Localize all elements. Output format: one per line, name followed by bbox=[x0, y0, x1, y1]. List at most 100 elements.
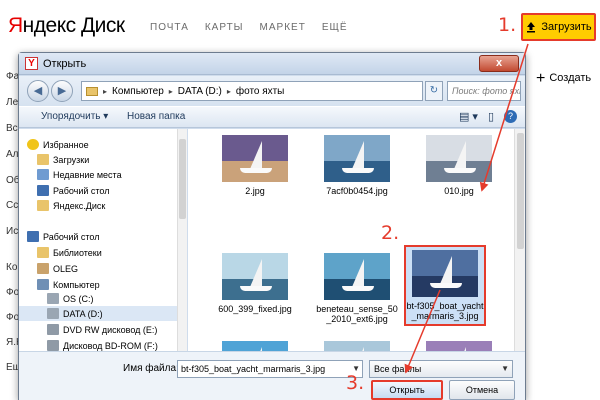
nav-item[interactable]: Загрузки bbox=[19, 152, 177, 167]
breadcrumb-separator-icon: ▸ bbox=[168, 86, 173, 96]
nav-mail[interactable]: ПОЧТА bbox=[150, 22, 189, 33]
nav-item[interactable]: Недавние места bbox=[19, 167, 177, 182]
sailboat-icon bbox=[250, 259, 262, 287]
nav-item-label: Яндекс.Диск bbox=[53, 200, 106, 211]
view-options-icon[interactable]: ▤ ▾ bbox=[459, 110, 478, 123]
nav-item[interactable]: Библиотеки bbox=[19, 245, 177, 260]
upload-arrow-icon bbox=[527, 22, 536, 33]
screen: Яндекс Диск ПОЧТА КАРТЫ МАРКЕТ ЕЩЁ Загру… bbox=[0, 0, 600, 400]
dialog-titlebar[interactable]: Y Открыть x bbox=[19, 53, 525, 75]
hull-shape bbox=[240, 286, 272, 291]
filename-label: Имя файла: bbox=[123, 363, 179, 374]
chevron-down-icon: ▼ bbox=[501, 364, 509, 373]
dvd-drive-icon bbox=[47, 324, 59, 335]
step-number-2: 2. bbox=[381, 222, 400, 244]
nav-item-label: Недавние места bbox=[53, 169, 122, 180]
file-list: 2.jpg 7acf0b0454.jpg 010.jpg 600_399_fixed.… bbox=[188, 129, 525, 400]
image-thumbnail bbox=[412, 250, 478, 297]
folder-icon bbox=[37, 154, 49, 165]
back-arrow-icon[interactable]: ◀ bbox=[27, 80, 49, 102]
step-number-3: 3. bbox=[346, 372, 365, 394]
search-input[interactable]: Поиск: фото яхты bbox=[447, 81, 521, 101]
nav-item[interactable]: Рабочий стол bbox=[19, 229, 177, 244]
file-name: 600_399_fixed.jpg bbox=[218, 304, 292, 314]
file-item[interactable]: 7acf0b0454.jpg bbox=[314, 135, 400, 196]
drive-icon bbox=[47, 308, 59, 319]
nav-item[interactable]: Компьютер bbox=[19, 277, 177, 292]
nav-item[interactable]: DATA (D:) bbox=[19, 306, 177, 321]
file-item[interactable]: 010.jpg bbox=[416, 135, 502, 196]
nav-scrollbar[interactable] bbox=[177, 129, 187, 351]
file-item[interactable]: 2.jpg bbox=[212, 135, 298, 196]
address-bar[interactable]: ▸ Компьютер ▸ DATA (D:) ▸ фото яхты bbox=[81, 81, 423, 101]
hull-shape bbox=[240, 168, 272, 173]
nav-item[interactable]: Избранное bbox=[19, 137, 177, 152]
nav-item-label: Загрузки bbox=[53, 154, 90, 165]
nav-more[interactable]: ЕЩЁ bbox=[322, 22, 348, 33]
upload-button[interactable]: Загрузить bbox=[521, 13, 596, 41]
nav-item[interactable]: OLEG bbox=[19, 261, 177, 276]
star-icon bbox=[27, 139, 39, 150]
computer-icon bbox=[37, 279, 49, 290]
folder-icon bbox=[37, 200, 49, 211]
breadcrumb-drive[interactable]: DATA (D:) bbox=[178, 86, 222, 97]
nav-market[interactable]: МАРКЕТ bbox=[260, 22, 306, 33]
nav-item-label: OLEG bbox=[53, 263, 79, 274]
refresh-icon[interactable]: ↻ bbox=[425, 81, 443, 101]
bd-drive-icon bbox=[47, 340, 59, 351]
nav-item[interactable]: OS (C:) bbox=[19, 291, 177, 306]
desktop-icon bbox=[37, 185, 49, 196]
file-name: bt-f305_boat_yacht_marmaris_3.jpg bbox=[406, 301, 484, 321]
cancel-button[interactable]: Отмена bbox=[449, 380, 515, 400]
libraries-icon bbox=[37, 247, 49, 258]
help-icon[interactable]: ? bbox=[504, 110, 517, 123]
yandex-disk-logo[interactable]: Яндекс Диск bbox=[8, 14, 125, 38]
dialog-toolbar: Упорядочить ▾ Новая папка ▤ ▾ ▯ ? bbox=[19, 106, 525, 128]
breadcrumb-folder[interactable]: фото яхты bbox=[236, 86, 284, 97]
open-file-dialog: Y Открыть x ◀ ▶ ▸ Компьютер ▸ DATA (D:) … bbox=[18, 52, 526, 400]
file-name: beneteau_sense_50_2010_ext6.jpg bbox=[316, 304, 398, 324]
hull-shape bbox=[430, 283, 462, 288]
create-button[interactable]: + Создать bbox=[536, 70, 592, 86]
filename-input[interactable]: bt-f305_boat_yacht_marmaris_3.jpg ▼ bbox=[177, 360, 363, 378]
nav-item-label: OS (C:) bbox=[63, 293, 94, 304]
nav-item-label: Рабочий стол bbox=[43, 231, 100, 242]
file-item[interactable]: 600_399_fixed.jpg bbox=[212, 253, 298, 314]
nav-item-label: DATA (D:) bbox=[63, 308, 103, 319]
nav-item-label: Библиотеки bbox=[53, 247, 102, 258]
file-item[interactable]: beneteau_sense_50_2010_ext6.jpg bbox=[314, 253, 400, 324]
filename-value: bt-f305_boat_yacht_marmaris_3.jpg bbox=[181, 364, 326, 374]
filetype-select[interactable]: Все файлы ▼ bbox=[369, 360, 513, 378]
nav-item-label: DVD RW дисковод (E:) bbox=[63, 324, 158, 335]
sailboat-icon bbox=[250, 141, 262, 169]
create-button-label: Создать bbox=[549, 72, 592, 84]
nav-maps[interactable]: КАРТЫ bbox=[205, 22, 244, 33]
image-thumbnail bbox=[324, 253, 390, 300]
drive-icon bbox=[47, 293, 59, 304]
image-thumbnail bbox=[426, 135, 492, 182]
forward-arrow-icon[interactable]: ▶ bbox=[51, 80, 73, 102]
yandex-browser-icon: Y bbox=[25, 57, 38, 70]
file-scrollbar-thumb[interactable] bbox=[517, 133, 524, 249]
breadcrumb-separator-icon: ▸ bbox=[226, 86, 231, 96]
filetype-value: Все файлы bbox=[374, 364, 422, 374]
open-button[interactable]: Открыть bbox=[371, 380, 443, 400]
nav-scrollbar-thumb[interactable] bbox=[179, 139, 186, 219]
breadcrumb-computer[interactable]: Компьютер bbox=[112, 86, 164, 97]
nav-item-label: Избранное bbox=[43, 139, 89, 150]
file-scrollbar[interactable] bbox=[514, 129, 525, 351]
file-item[interactable]: bt-f305_boat_yacht_marmaris_3.jpg bbox=[404, 245, 486, 326]
nav-item-label: Компьютер bbox=[53, 279, 100, 290]
close-button[interactable]: x bbox=[479, 55, 519, 72]
nav-item[interactable]: DVD RW дисковод (E:) bbox=[19, 322, 177, 337]
nav-item[interactable]: Яндекс.Диск bbox=[19, 198, 177, 213]
nav-item[interactable]: Рабочий стол bbox=[19, 183, 177, 198]
dialog-title: Открыть bbox=[43, 58, 87, 70]
organize-button[interactable]: Упорядочить ▾ bbox=[41, 111, 108, 122]
hull-shape bbox=[342, 286, 374, 291]
preview-pane-icon[interactable]: ▯ bbox=[488, 110, 494, 123]
breadcrumb-separator-icon: ▸ bbox=[103, 86, 108, 96]
new-folder-button[interactable]: Новая папка bbox=[127, 111, 185, 122]
image-thumbnail bbox=[324, 135, 390, 182]
recent-places-icon bbox=[37, 169, 49, 180]
